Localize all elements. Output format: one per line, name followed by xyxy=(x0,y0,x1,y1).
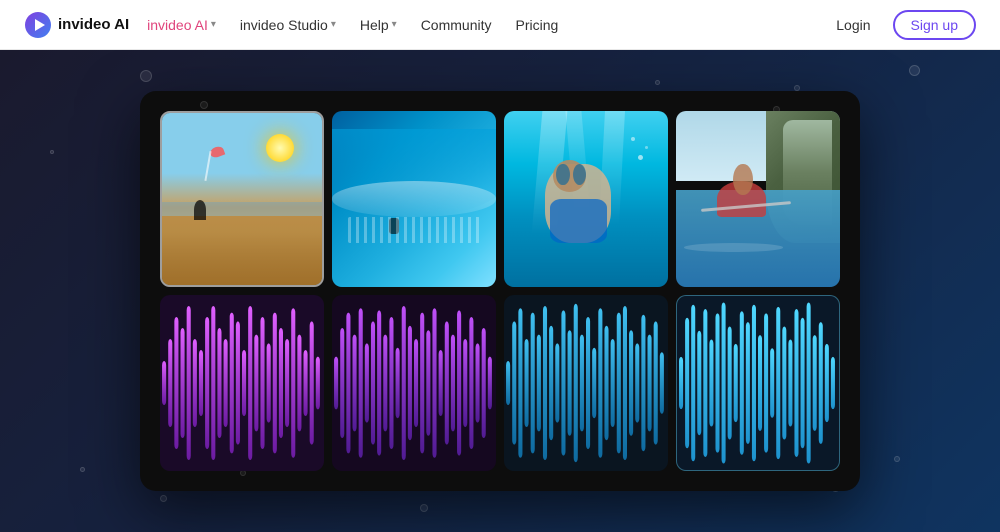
video-clip-kayak[interactable] xyxy=(676,111,840,287)
nav-item-help[interactable]: Help ▾ xyxy=(350,11,407,39)
video-clip-kitesurf[interactable] xyxy=(160,111,324,287)
bg-bubble xyxy=(909,65,920,76)
nav-item-pricing[interactable]: Pricing xyxy=(505,11,568,39)
audio-clip-4[interactable] xyxy=(676,295,840,471)
bg-bubble xyxy=(420,504,428,512)
nav-links: invideo AI ▾ invideo Studio ▾ Help ▾ Com… xyxy=(137,11,826,39)
waveform-svg-2 xyxy=(332,295,496,471)
video-clip-underwater[interactable] xyxy=(504,111,668,287)
waveform-svg-1 xyxy=(160,295,324,471)
nav-item-invideo-ai[interactable]: invideo AI ▾ xyxy=(137,11,226,39)
audio-clip-2[interactable] xyxy=(332,295,496,471)
waveform-svg-4 xyxy=(677,296,839,470)
logo[interactable]: invideo AI xyxy=(24,11,129,39)
signup-button[interactable]: Sign up xyxy=(893,10,976,40)
nav-right: Login Sign up xyxy=(826,10,976,40)
waveform-svg-3 xyxy=(504,295,668,471)
navbar: invideo AI invideo AI ▾ invideo Studio ▾… xyxy=(0,0,1000,50)
chevron-down-icon: ▾ xyxy=(211,19,216,30)
video-container xyxy=(140,91,860,491)
video-clips-row xyxy=(160,111,840,287)
audio-clips-row xyxy=(160,295,840,471)
main-content xyxy=(0,50,1000,532)
bg-bubble xyxy=(140,70,152,82)
logo-icon xyxy=(24,11,52,39)
inner-bubble xyxy=(200,101,208,109)
chevron-down-icon: ▾ xyxy=(331,19,336,30)
audio-clip-3[interactable] xyxy=(504,295,668,471)
login-button[interactable]: Login xyxy=(826,11,880,39)
logo-text: invideo AI xyxy=(58,16,129,33)
chevron-down-icon: ▾ xyxy=(392,19,397,30)
bg-bubble xyxy=(894,456,900,462)
audio-clip-1[interactable] xyxy=(160,295,324,471)
nav-item-invideo-studio[interactable]: invideo Studio ▾ xyxy=(230,11,346,39)
video-clip-wave[interactable] xyxy=(332,111,496,287)
bg-bubble xyxy=(160,495,167,502)
bg-bubble xyxy=(50,150,54,154)
nav-item-community[interactable]: Community xyxy=(411,11,502,39)
bg-bubble xyxy=(80,467,85,472)
bg-bubble xyxy=(655,80,660,85)
